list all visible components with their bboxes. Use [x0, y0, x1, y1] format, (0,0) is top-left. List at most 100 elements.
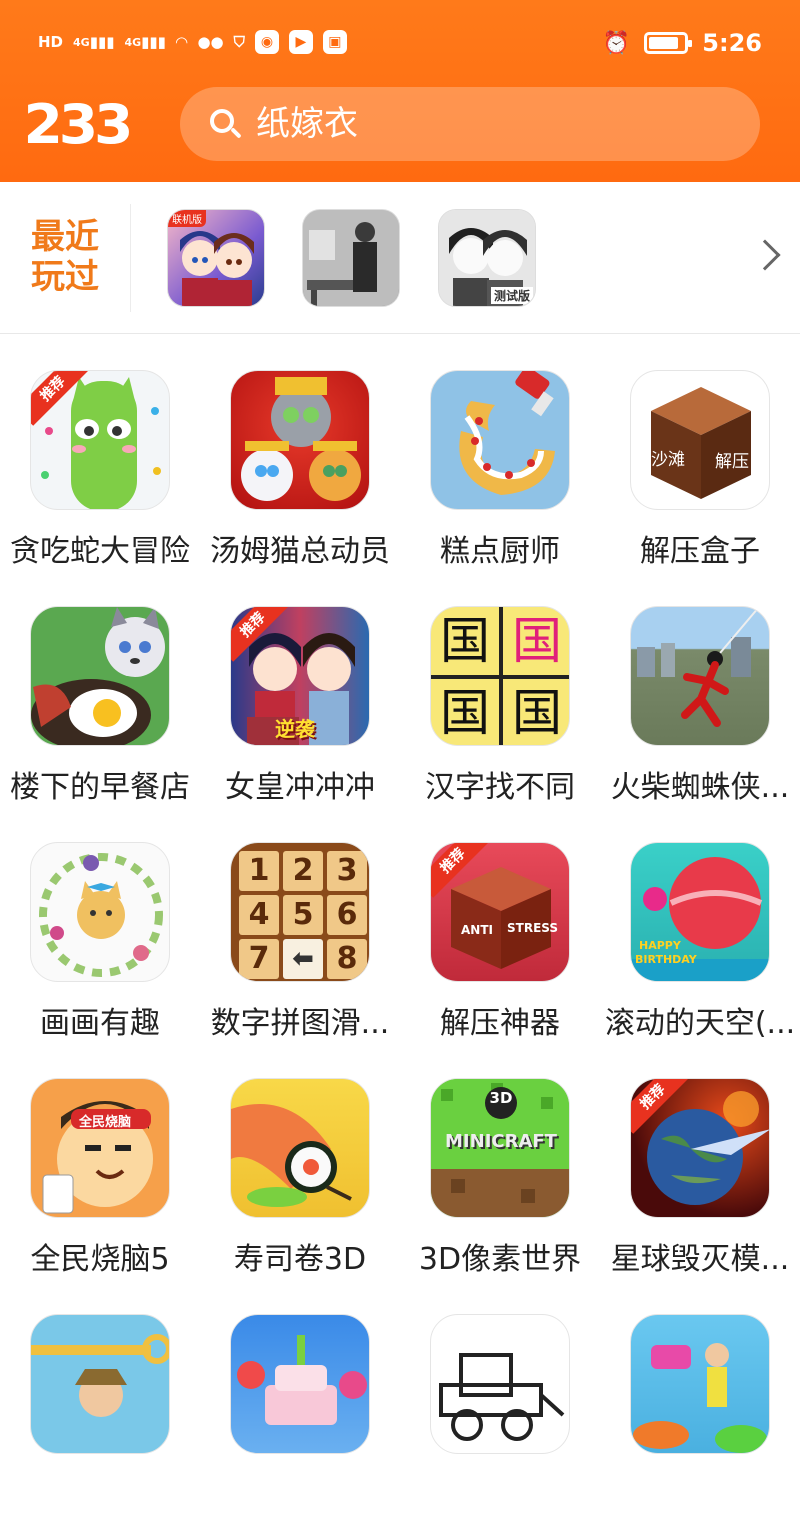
recent-game-1[interactable]: 联机版 — [167, 209, 265, 307]
app-name: 3D像素世界 — [418, 1242, 582, 1277]
shield-icon: ⛉ — [233, 33, 245, 51]
pixel-world-icon: 3D MINICRAFT — [430, 1078, 570, 1218]
app-item[interactable]: 推荐 逆袭 女皇冲冲冲 — [200, 570, 400, 806]
app-name: 火柴蜘蛛侠... — [610, 770, 790, 805]
video-icon: ▶ — [288, 30, 313, 54]
office-scene-art — [303, 210, 399, 306]
app-name: 解压神器 — [440, 1006, 560, 1041]
recent-game-2[interactable] — [302, 209, 400, 307]
sushi-roll-icon — [230, 1078, 370, 1218]
icon-label: 逆袭 — [275, 717, 315, 741]
arrow-left-icon: ⬅ — [283, 939, 323, 979]
pull-pin-icon — [30, 1314, 170, 1454]
puzzle-tile: 3 — [327, 851, 367, 891]
character-diff-icon: 国 国 国 国 — [430, 606, 570, 746]
puzzle-tile: 5 — [283, 895, 323, 935]
puzzle-tile: 4 — [239, 895, 279, 935]
divider — [130, 204, 131, 312]
coloring-truck-icon — [430, 1314, 570, 1454]
app-store-icon: ▣ — [322, 30, 347, 54]
app-header: HD 4G ▮▮▮ 4G ▮▮▮ ◠ ●● ⛉ ◉ ▶ ▣ ⏰ 5:26 233 纸… — [0, 0, 800, 182]
app-item[interactable]: 推荐 ANTI STRESS 解压神器 — [400, 806, 600, 1042]
app-item[interactable]: 3D MINICRAFT 3D像素世界 — [400, 1042, 600, 1278]
app-item[interactable]: 推荐 星球毁灭模... — [600, 1042, 800, 1278]
wifi-icon: ◠ — [175, 33, 188, 51]
talking-tom-icon — [230, 370, 370, 510]
alarm-icon: ⏰ — [602, 30, 631, 56]
app-name: 汤姆猫总动员 — [210, 534, 390, 569]
status-bar: HD 4G ▮▮▮ 4G ▮▮▮ ◠ ●● ⛉ ◉ ▶ ▣ ⏰ 5:26 — [0, 22, 800, 66]
stickman-spider-icon — [630, 606, 770, 746]
coloring-game-icon — [30, 842, 170, 982]
search-query: 纸嫁衣 — [256, 104, 358, 144]
icon-label: 全民烧脑 — [79, 1115, 132, 1130]
app-item[interactable]: 糕点厨师 — [400, 334, 600, 570]
app-logo[interactable]: 233 — [23, 96, 133, 154]
birthday-cake-icon — [230, 1314, 370, 1454]
app-item[interactable]: 火柴蜘蛛侠... — [600, 570, 800, 806]
app-item[interactable]: 国 国 国 国 汉字找不同 — [400, 570, 600, 806]
app-name: 糕点厨师 — [440, 534, 560, 569]
runner-game-icon — [630, 1314, 770, 1454]
snake-game-icon: 推荐 — [30, 370, 170, 510]
number-puzzle-icon: 1 2 3 4 5 6 7 ⬅ 8 — [230, 842, 370, 982]
status-time: 5:26 — [702, 29, 762, 57]
search-icon — [208, 107, 242, 141]
app-item[interactable]: 全民烧脑 全民烧脑5 — [0, 1042, 200, 1278]
app-name: 星球毁灭模... — [610, 1242, 790, 1277]
browser-icon: ◉ — [254, 30, 279, 54]
app-item[interactable]: 推荐 贪吃蛇大冒险 — [0, 334, 200, 570]
app-item[interactable]: 寿司卷3D — [200, 1042, 400, 1278]
glyph-cell: 国 — [512, 684, 562, 742]
app-item[interactable]: 1 2 3 4 5 6 7 ⬅ 8 数字拼图滑... — [200, 806, 400, 1042]
app-name: 解压盒子 — [640, 534, 760, 569]
app-item[interactable]: HAPPY BIRTHDAY 滚动的天空(... — [600, 806, 800, 1042]
signal-icon: 4G ▮▮▮ — [73, 33, 115, 51]
empress-game-icon: 推荐 逆袭 — [230, 606, 370, 746]
planet-destroy-icon: 推荐 — [630, 1078, 770, 1218]
glyph-cell: 国 — [440, 684, 490, 742]
puzzle-tile: 7 — [239, 939, 279, 979]
anti-stress-icon: 推荐 ANTI STRESS — [430, 842, 570, 982]
icon-label: MINICRAFT — [445, 1131, 557, 1152]
breakfast-shop-icon — [30, 606, 170, 746]
app-item[interactable]: 画画有趣 — [0, 806, 200, 1042]
app-item[interactable]: 楼下的早餐店 — [0, 570, 200, 806]
app-item[interactable]: 沙滩 解压 解压盒子 — [600, 334, 800, 570]
chevron-right-icon[interactable] — [749, 239, 781, 271]
search-bar[interactable]: 纸嫁衣 — [180, 87, 760, 161]
puzzle-tile: 2 — [283, 851, 323, 891]
app-name: 画画有趣 — [40, 1006, 160, 1041]
icon-label: STRESS — [507, 921, 559, 935]
rolling-sky-icon: HAPPY BIRTHDAY — [630, 842, 770, 982]
app-item[interactable] — [0, 1278, 200, 1514]
app-item[interactable]: 汤姆猫总动员 — [200, 334, 400, 570]
wechat-icon: ●● — [197, 33, 224, 51]
pastry-chef-icon — [430, 370, 570, 510]
hd-icon: HD — [38, 33, 64, 51]
puzzle-tile: 8 — [327, 939, 367, 979]
battery-icon — [644, 32, 693, 54]
puzzle-tile: 1 — [239, 851, 279, 891]
signal-icon-2: 4G ▮▮▮ — [124, 33, 166, 51]
app-name: 寿司卷3D — [233, 1242, 367, 1277]
glyph-cell: 国 — [440, 612, 490, 670]
app-name: 楼下的早餐店 — [10, 770, 190, 805]
app-item[interactable] — [400, 1278, 600, 1514]
app-name: 滚动的天空(... — [604, 1006, 796, 1041]
app-item[interactable] — [200, 1278, 400, 1514]
app-name: 汉字找不同 — [425, 770, 575, 805]
recently-played: 最近 玩过 联机版 测试版 — [0, 182, 800, 334]
app-name: 数字拼图滑... — [210, 1006, 390, 1041]
stress-box-icon: 沙滩 解压 — [630, 370, 770, 510]
recent-game-3[interactable]: 测试版 — [438, 209, 536, 307]
recent-label: 最近 玩过 — [31, 217, 99, 297]
puzzle-tile: 6 — [327, 895, 367, 935]
app-item[interactable] — [600, 1278, 800, 1514]
tag-label: 联机版 — [168, 210, 206, 227]
icon-label: BIRTHDAY — [635, 953, 697, 966]
app-name: 全民烧脑5 — [30, 1242, 170, 1277]
icon-label: 沙滩 — [651, 450, 685, 470]
icon-label: ANTI — [461, 923, 493, 937]
icon-label: 解压 — [715, 452, 749, 472]
